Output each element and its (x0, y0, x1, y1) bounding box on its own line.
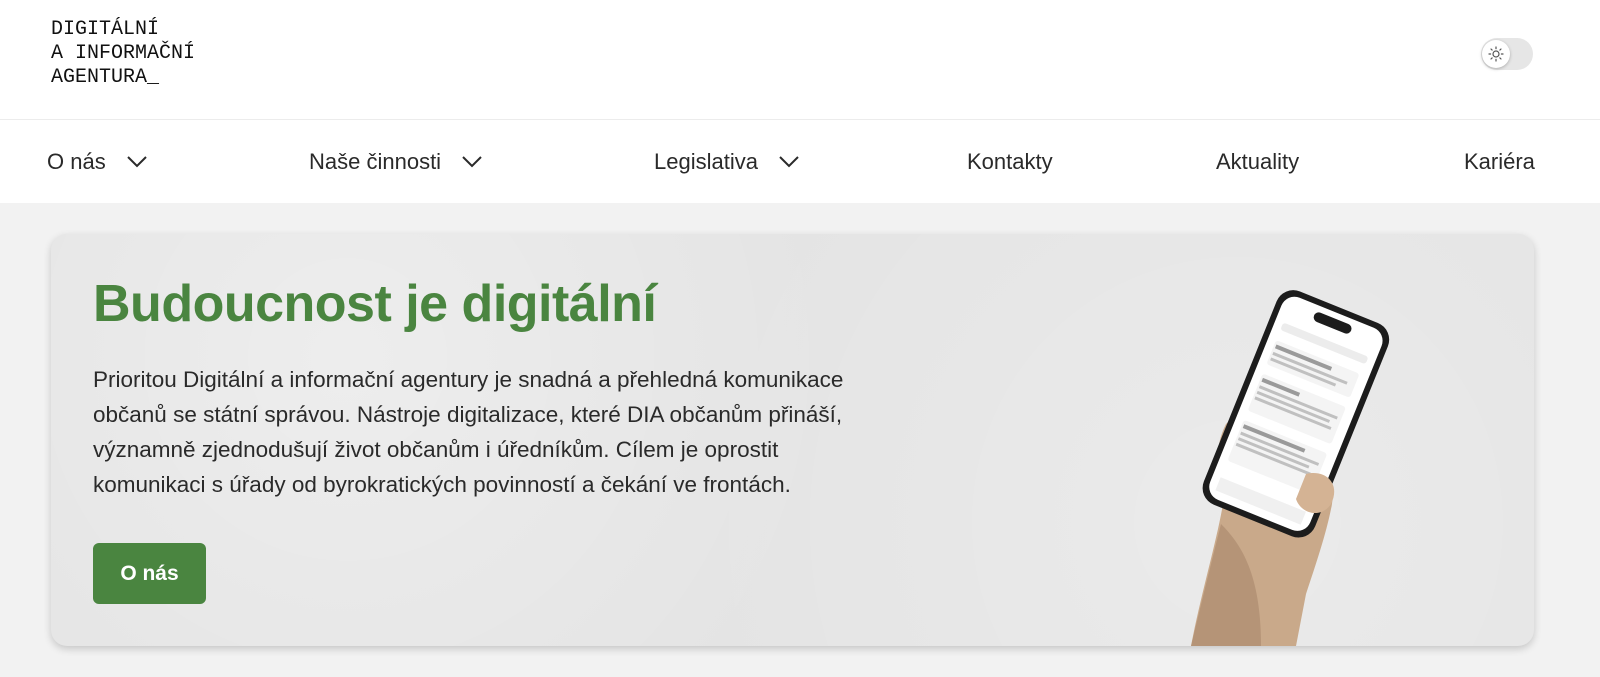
hero-text-line: významně zjednodušují život občanům i úř… (93, 437, 779, 462)
nav-item-label: Naše činnosti (309, 148, 442, 174)
nav-item-o-nas[interactable]: O nás (47, 120, 148, 203)
nav-item-kontakty[interactable]: Kontakty (967, 120, 1053, 203)
logo-line-1: DIGITÁLNÍ (51, 18, 160, 41)
nav-item-label: Kariéra (1464, 148, 1535, 174)
logo-line-2: A INFORMAČNÍ (51, 42, 196, 65)
theme-toggle-knob (1482, 40, 1510, 68)
hand-holding-phone-illustration (1191, 290, 1390, 646)
site-logo[interactable]: DIGITÁLNÍ A INFORMAČNÍ AGENTURA_ (51, 18, 195, 90)
theme-toggle[interactable] (1481, 38, 1533, 70)
site-header: DIGITÁLNÍ A INFORMAČNÍ AGENTURA_ (0, 0, 1600, 120)
nav-item-nase-cinnosti[interactable]: Naše činnosti (309, 120, 483, 203)
sun-icon (1488, 46, 1504, 62)
hero-description: Prioritou Digitální a informační agentur… (93, 362, 873, 502)
nav-item-kariera[interactable]: Kariéra (1464, 120, 1535, 203)
hero-text-line: občanů se státní správou. Nástroje digit… (93, 402, 843, 427)
hero-text-line: Prioritou Digitální a informační agentur… (93, 367, 844, 392)
nav-item-aktuality[interactable]: Aktuality (1216, 120, 1299, 203)
nav-item-label: O nás (47, 148, 106, 174)
nav-item-label: Aktuality (1216, 148, 1300, 174)
chevron-down-icon (461, 155, 483, 169)
nav-item-legislativa[interactable]: Legislativa (654, 120, 800, 203)
nav-item-label: Legislativa (654, 148, 758, 174)
hero-text-line: komunikaci s úřady od byrokratických pov… (93, 472, 791, 497)
hero-title: Budoucnost je digitální (93, 275, 657, 333)
chevron-down-icon (126, 155, 148, 169)
about-us-button[interactable]: O nás (93, 543, 206, 604)
hero-banner: Budoucnost je digitální Prioritou Digitá… (51, 234, 1534, 646)
chevron-down-icon (778, 155, 800, 169)
phone-device (1202, 290, 1390, 538)
logo-line-3: AGENTURA_ (51, 66, 160, 89)
main-navigation: O nás Naše činnosti Legislativa Kontakty… (0, 120, 1600, 203)
nav-item-label: Kontakty (967, 148, 1053, 174)
